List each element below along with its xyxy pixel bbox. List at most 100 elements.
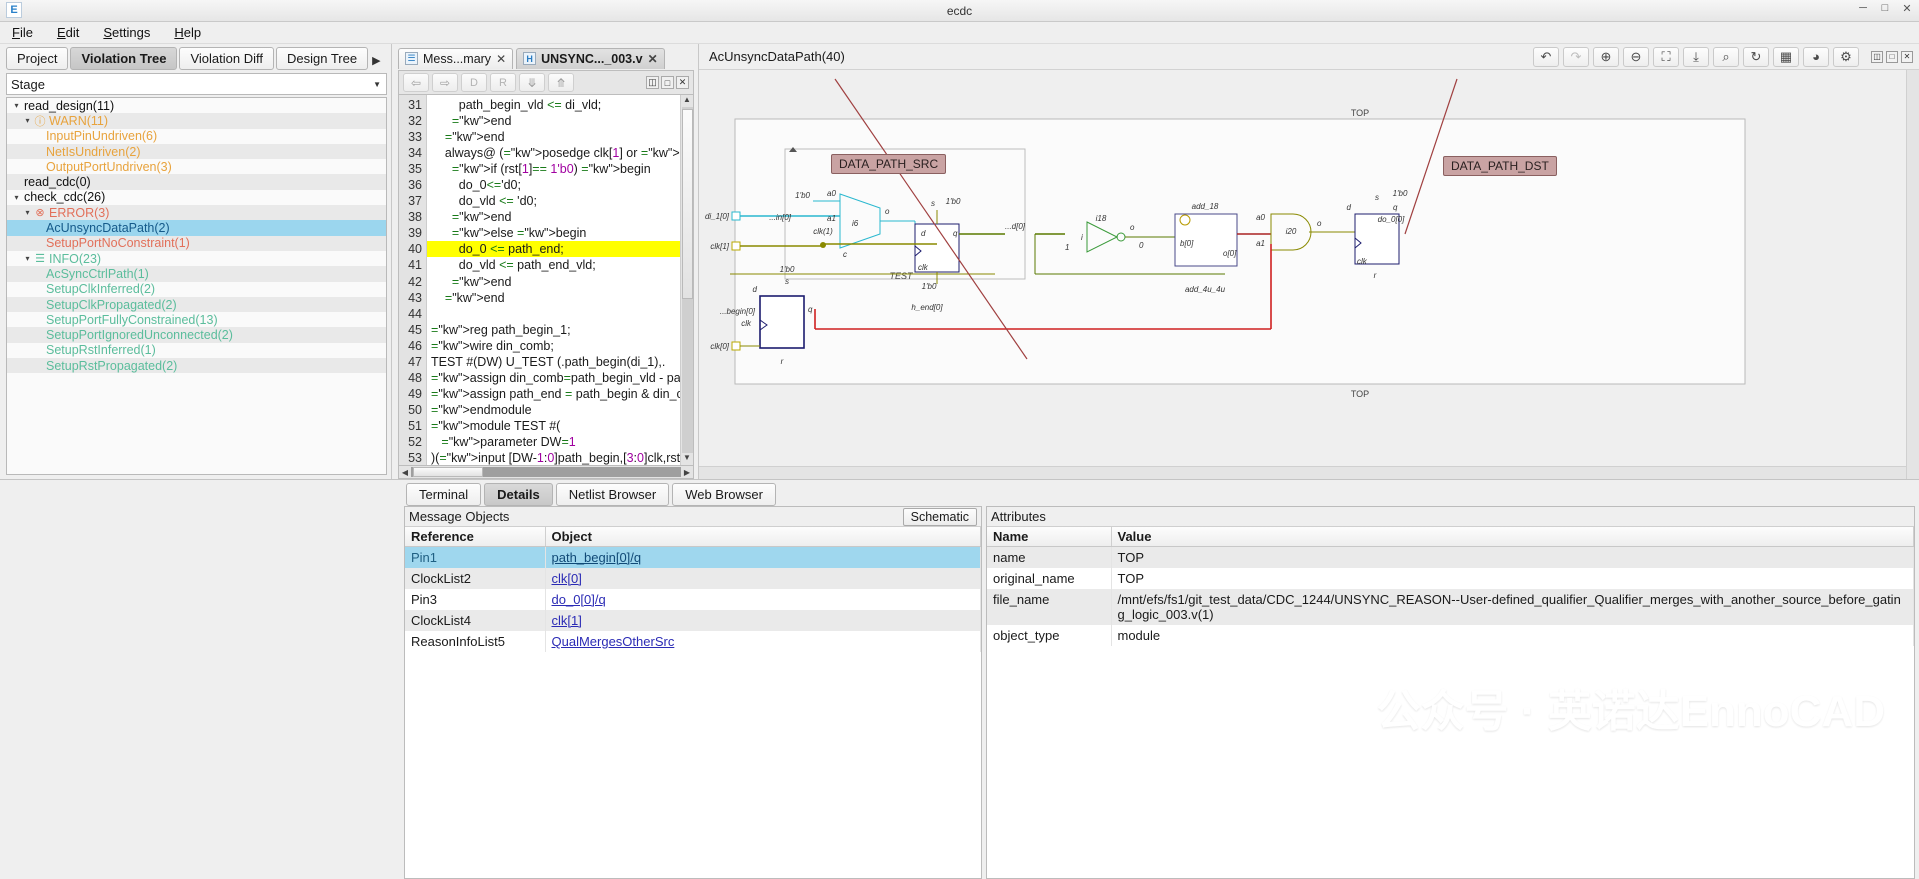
refresh-icon[interactable]: ↻ <box>1743 47 1769 67</box>
redo-icon[interactable]: ↷ <box>1563 47 1589 67</box>
editor-horizontal-scrollbar[interactable]: ◀ ▶ <box>398 466 694 479</box>
tabs-more-arrow-icon[interactable]: ▶ <box>370 51 382 70</box>
editor-vertical-scrollbar[interactable]: ▲ ▼ <box>680 95 693 465</box>
undock-icon[interactable]: ◫ <box>1871 51 1883 63</box>
tree-item-setupportnoconstraint[interactable]: SetupPortNoConstraint(1) <box>7 236 386 251</box>
object-link[interactable]: path_begin[0]/q <box>552 550 642 565</box>
tree-twisty-icon[interactable]: ▾ <box>22 254 33 263</box>
message-objects-body[interactable]: Pin1path_begin[0]/qClockList2clk[0]Pin3d… <box>405 547 981 653</box>
tab-details[interactable]: Details <box>484 483 553 506</box>
close-icon[interactable]: ✕ <box>1899 2 1915 15</box>
tree-twisty-icon[interactable]: ▾ <box>11 101 22 110</box>
tag-data-path-src[interactable]: DATA_PATH_SRC <box>831 154 946 174</box>
table-row[interactable]: ReasonInfoList5QualMergesOtherSrc <box>405 631 981 652</box>
tree-item-inputpinundriven[interactable]: InputPinUndriven(6) <box>7 129 386 144</box>
editor-tab-verilog-file[interactable]: H UNSYNC..._003.v ✕ <box>516 48 665 69</box>
tab-project[interactable]: Project <box>6 47 68 70</box>
object-link[interactable]: clk[0] <box>552 571 582 586</box>
table-row[interactable]: object_typemodule <box>987 625 1914 646</box>
code-line[interactable]: )(="kw">input [DW-1:0]path_begin,[3:0]cl… <box>427 450 680 465</box>
close-pane-icon[interactable]: ✕ <box>676 76 689 89</box>
code-line[interactable]: ="kw">end <box>427 113 680 129</box>
stage-selector[interactable]: Stage ▼ <box>6 73 387 95</box>
undock-icon[interactable]: ◫ <box>646 76 659 89</box>
editor-window-controls[interactable]: ◫ □ ✕ <box>646 76 689 89</box>
download-icon[interactable]: ⤓ <box>1683 47 1709 67</box>
code-line[interactable]: path_begin_vld <= di_vld; <box>427 97 680 113</box>
code-line[interactable] <box>427 306 680 322</box>
schematic-window-controls[interactable]: ◫ □ ✕ <box>1871 51 1913 63</box>
fit-screen-icon[interactable]: ⛶ <box>1653 47 1679 67</box>
window-controls[interactable]: ─ □ ✕ <box>1855 2 1915 15</box>
code-line[interactable]: do_0 <= path_end; <box>427 241 680 257</box>
schematic-horizontal-scrollbar[interactable] <box>699 466 1906 479</box>
tab-violation-tree[interactable]: Violation Tree <box>70 47 177 70</box>
editor-tab-message-summary[interactable]: ☰ Mess...mary ✕ <box>398 48 513 69</box>
table-row[interactable]: Pin3do_0[0]/q <box>405 589 981 610</box>
back-icon[interactable]: ⇦ <box>403 73 429 92</box>
tag-data-path-dst[interactable]: DATA_PATH_DST <box>1443 156 1557 176</box>
menu-settings[interactable]: Settings <box>99 24 154 41</box>
tree-item-warn[interactable]: ▾ⓘWARN(11) <box>7 113 386 128</box>
menu-file[interactable]: FFileile <box>8 24 37 41</box>
forward-icon[interactable]: ⇨ <box>432 73 458 92</box>
tab-web-browser[interactable]: Web Browser <box>672 483 776 506</box>
tree-item-acsyncctrlpath[interactable]: AcSyncCtrlPath(1) <box>7 266 386 281</box>
code-line[interactable]: ="kw">assign din_comb=path_begin_vld - p… <box>427 370 680 386</box>
settings-gear-icon[interactable]: ⚙ <box>1833 47 1859 67</box>
palette-icon[interactable]: ◕ <box>1803 47 1829 67</box>
scroll-track[interactable] <box>682 107 693 453</box>
scroll-up-icon[interactable]: ▲ <box>683 95 691 107</box>
tree-item-netisundriven[interactable]: NetIsUndriven(2) <box>7 144 386 159</box>
code-line[interactable]: ="kw">end <box>427 290 680 306</box>
tree-item-acunsyncdatapath[interactable]: AcUnsyncDataPath(2) <box>7 220 386 235</box>
grid-icon[interactable]: ▦ <box>1773 47 1799 67</box>
code-line[interactable]: ="kw">endmodule <box>427 402 680 418</box>
tree-item-setupclkpropagated[interactable]: SetupClkPropagated(2) <box>7 297 386 312</box>
code-line[interactable]: ="kw">parameter DW=1 <box>427 434 680 450</box>
code-line[interactable]: TEST #(DW) U_TEST (.path_begin(di_1),. <box>427 354 680 370</box>
message-objects-table[interactable]: Reference Object Pin1path_begin[0]/qCloc… <box>405 527 981 652</box>
scroll-track-h[interactable] <box>411 467 681 477</box>
code-editor[interactable]: 3132333435363738394041424344454647484950… <box>398 94 694 466</box>
tree-item-error[interactable]: ▾⊗ERROR(3) <box>7 205 386 220</box>
tree-twisty-icon[interactable]: ▾ <box>22 116 33 125</box>
tree-twisty-icon[interactable]: ▾ <box>11 193 22 202</box>
table-row[interactable]: file_name/mnt/efs/fs1/git_test_data/CDC_… <box>987 589 1914 625</box>
tree-item-setupportignoredunconnected[interactable]: SetupPortIgnoredUnconnected(2) <box>7 327 386 342</box>
code-line[interactable]: ="kw">wire din_comb; <box>427 338 680 354</box>
cell-object[interactable]: path_begin[0]/q <box>545 547 981 569</box>
table-row[interactable]: ClockList4clk[1] <box>405 610 981 631</box>
close-pane-icon[interactable]: ✕ <box>1901 51 1913 63</box>
code-text-area[interactable]: path_begin_vld <= di_vld; ="kw">end ="kw… <box>427 95 680 465</box>
code-line[interactable]: ="kw">end <box>427 129 680 145</box>
tree-item-info[interactable]: ▾☰INFO(23) <box>7 251 386 266</box>
references-icon[interactable]: R <box>490 73 516 92</box>
search-icon[interactable]: ⌕ <box>1713 47 1739 67</box>
tree-item-setupclkinferred[interactable]: SetupClkInferred(2) <box>7 282 386 297</box>
attributes-body[interactable]: nameTOPoriginal_nameTOPfile_name/mnt/efs… <box>987 547 1914 647</box>
maximize-pane-icon[interactable]: □ <box>661 76 674 89</box>
cell-object[interactable]: do_0[0]/q <box>545 589 981 610</box>
cell-object[interactable]: QualMergesOtherSrc <box>545 631 981 652</box>
tree-item-setuprstpropagated[interactable]: SetupRstPropagated(2) <box>7 358 386 373</box>
scroll-left-icon[interactable]: ◀ <box>399 468 411 477</box>
minimize-icon[interactable]: ─ <box>1855 2 1871 15</box>
chevron-down-icon[interactable]: ▼ <box>373 80 381 89</box>
next-match-icon[interactable]: ⤋ <box>519 73 545 92</box>
tree-item-read_cdc[interactable]: read_cdc(0) <box>7 174 386 189</box>
maximize-pane-icon[interactable]: □ <box>1886 51 1898 63</box>
tree-item-setuprstinferred[interactable]: SetupRstInferred(1) <box>7 343 386 358</box>
tree-item-outputportundriven[interactable]: OutputPortUndriven(3) <box>7 159 386 174</box>
zoom-out-icon[interactable]: ⊖ <box>1623 47 1649 67</box>
definition-icon[interactable]: D <box>461 73 487 92</box>
scroll-thumb[interactable] <box>682 109 693 299</box>
tab-netlist-browser[interactable]: Netlist Browser <box>556 483 669 506</box>
menu-edit[interactable]: Edit <box>53 24 83 41</box>
close-tab-icon[interactable]: ✕ <box>496 52 506 66</box>
tree-item-read_design[interactable]: ▾read_design(11) <box>7 98 386 113</box>
tree-item-check_cdc[interactable]: ▾check_cdc(26) <box>7 190 386 205</box>
object-link[interactable]: do_0[0]/q <box>552 592 606 607</box>
tree-item-setupportfullyconstrained[interactable]: SetupPortFullyConstrained(13) <box>7 312 386 327</box>
scroll-thumb-h[interactable] <box>413 467 483 477</box>
